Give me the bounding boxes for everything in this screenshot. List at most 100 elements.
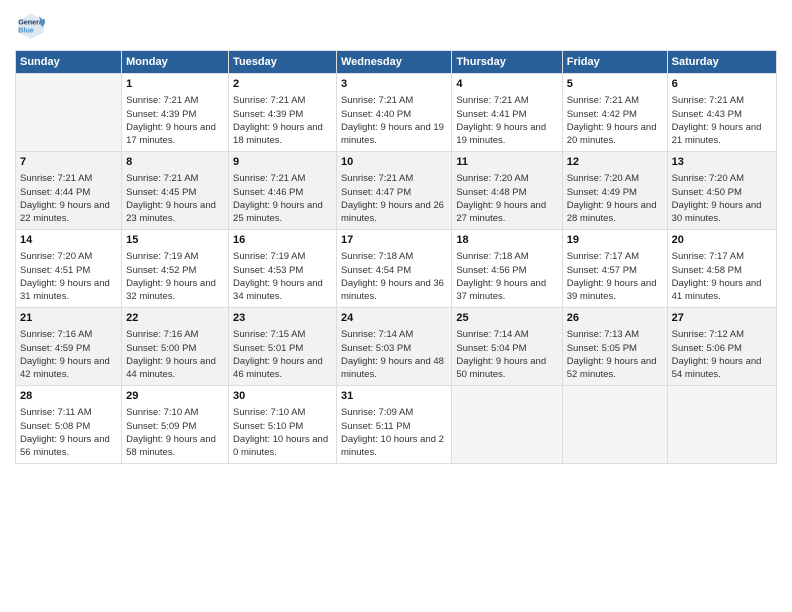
daylight-text: Daylight: 9 hours and 37 minutes. — [456, 277, 557, 304]
daylight-text: Daylight: 9 hours and 36 minutes. — [341, 277, 447, 304]
calendar-day: 2Sunrise: 7:21 AMSunset: 4:39 PMDaylight… — [229, 74, 337, 152]
sunrise-text: Sunrise: 7:12 AM — [672, 328, 772, 341]
calendar-header-sunday: Sunday — [16, 51, 122, 74]
calendar-header-wednesday: Wednesday — [336, 51, 451, 74]
sunset-text: Sunset: 4:46 PM — [233, 186, 332, 199]
sunrise-text: Sunrise: 7:17 AM — [567, 250, 663, 263]
sunset-text: Sunset: 5:10 PM — [233, 420, 332, 433]
sunrise-text: Sunrise: 7:09 AM — [341, 406, 447, 419]
calendar-day: 30Sunrise: 7:10 AMSunset: 5:10 PMDayligh… — [229, 386, 337, 464]
sunset-text: Sunset: 4:41 PM — [456, 108, 557, 121]
day-number: 28 — [20, 389, 117, 404]
sunset-text: Sunset: 5:11 PM — [341, 420, 447, 433]
sunset-text: Sunset: 4:39 PM — [126, 108, 224, 121]
calendar-week-2: 7Sunrise: 7:21 AMSunset: 4:44 PMDaylight… — [16, 152, 777, 230]
sunset-text: Sunset: 5:03 PM — [341, 342, 447, 355]
calendar-day: 20Sunrise: 7:17 AMSunset: 4:58 PMDayligh… — [667, 230, 776, 308]
sunrise-text: Sunrise: 7:21 AM — [126, 172, 224, 185]
sunrise-text: Sunrise: 7:19 AM — [233, 250, 332, 263]
daylight-text: Daylight: 9 hours and 39 minutes. — [567, 277, 663, 304]
calendar-day: 10Sunrise: 7:21 AMSunset: 4:47 PMDayligh… — [336, 152, 451, 230]
day-number: 30 — [233, 389, 332, 404]
sunset-text: Sunset: 5:00 PM — [126, 342, 224, 355]
sunrise-text: Sunrise: 7:20 AM — [456, 172, 557, 185]
day-number: 31 — [341, 389, 447, 404]
calendar-day: 18Sunrise: 7:18 AMSunset: 4:56 PMDayligh… — [452, 230, 562, 308]
calendar-day: 11Sunrise: 7:20 AMSunset: 4:48 PMDayligh… — [452, 152, 562, 230]
calendar-day — [667, 386, 776, 464]
sunset-text: Sunset: 4:45 PM — [126, 186, 224, 199]
day-number: 10 — [341, 155, 447, 170]
calendar-day: 15Sunrise: 7:19 AMSunset: 4:52 PMDayligh… — [122, 230, 229, 308]
calendar-day: 14Sunrise: 7:20 AMSunset: 4:51 PMDayligh… — [16, 230, 122, 308]
sunset-text: Sunset: 4:54 PM — [341, 264, 447, 277]
day-number: 26 — [567, 311, 663, 326]
sunrise-text: Sunrise: 7:11 AM — [20, 406, 117, 419]
sunset-text: Sunset: 4:57 PM — [567, 264, 663, 277]
daylight-text: Daylight: 9 hours and 44 minutes. — [126, 355, 224, 382]
day-number: 15 — [126, 233, 224, 248]
day-number: 19 — [567, 233, 663, 248]
sunrise-text: Sunrise: 7:21 AM — [341, 94, 447, 107]
calendar-day: 6Sunrise: 7:21 AMSunset: 4:43 PMDaylight… — [667, 74, 776, 152]
sunset-text: Sunset: 5:01 PM — [233, 342, 332, 355]
day-number: 24 — [341, 311, 447, 326]
sunset-text: Sunset: 4:42 PM — [567, 108, 663, 121]
daylight-text: Daylight: 9 hours and 54 minutes. — [672, 355, 772, 382]
daylight-text: Daylight: 9 hours and 22 minutes. — [20, 199, 117, 226]
calendar-header-row: SundayMondayTuesdayWednesdayThursdayFrid… — [16, 51, 777, 74]
daylight-text: Daylight: 9 hours and 20 minutes. — [567, 121, 663, 148]
daylight-text: Daylight: 9 hours and 41 minutes. — [672, 277, 772, 304]
daylight-text: Daylight: 9 hours and 28 minutes. — [567, 199, 663, 226]
daylight-text: Daylight: 10 hours and 0 minutes. — [233, 433, 332, 460]
sunset-text: Sunset: 4:53 PM — [233, 264, 332, 277]
daylight-text: Daylight: 9 hours and 58 minutes. — [126, 433, 224, 460]
calendar-day: 21Sunrise: 7:16 AMSunset: 4:59 PMDayligh… — [16, 308, 122, 386]
sunrise-text: Sunrise: 7:20 AM — [672, 172, 772, 185]
sunset-text: Sunset: 4:58 PM — [672, 264, 772, 277]
daylight-text: Daylight: 9 hours and 27 minutes. — [456, 199, 557, 226]
logo-icon: General Blue — [15, 10, 47, 42]
sunrise-text: Sunrise: 7:21 AM — [20, 172, 117, 185]
day-number: 25 — [456, 311, 557, 326]
calendar-day: 26Sunrise: 7:13 AMSunset: 5:05 PMDayligh… — [562, 308, 667, 386]
day-number: 27 — [672, 311, 772, 326]
sunset-text: Sunset: 4:50 PM — [672, 186, 772, 199]
calendar-day: 3Sunrise: 7:21 AMSunset: 4:40 PMDaylight… — [336, 74, 451, 152]
sunrise-text: Sunrise: 7:19 AM — [126, 250, 224, 263]
calendar-header-friday: Friday — [562, 51, 667, 74]
daylight-text: Daylight: 9 hours and 18 minutes. — [233, 121, 332, 148]
daylight-text: Daylight: 9 hours and 56 minutes. — [20, 433, 117, 460]
day-number: 23 — [233, 311, 332, 326]
day-number: 3 — [341, 77, 447, 92]
sunrise-text: Sunrise: 7:13 AM — [567, 328, 663, 341]
sunrise-text: Sunrise: 7:10 AM — [126, 406, 224, 419]
daylight-text: Daylight: 9 hours and 52 minutes. — [567, 355, 663, 382]
sunset-text: Sunset: 4:43 PM — [672, 108, 772, 121]
sunset-text: Sunset: 5:06 PM — [672, 342, 772, 355]
sunset-text: Sunset: 4:47 PM — [341, 186, 447, 199]
calendar-day: 23Sunrise: 7:15 AMSunset: 5:01 PMDayligh… — [229, 308, 337, 386]
daylight-text: Daylight: 10 hours and 2 minutes. — [341, 433, 447, 460]
calendar-table: SundayMondayTuesdayWednesdayThursdayFrid… — [15, 50, 777, 464]
sunrise-text: Sunrise: 7:16 AM — [126, 328, 224, 341]
sunrise-text: Sunrise: 7:20 AM — [567, 172, 663, 185]
sunrise-text: Sunrise: 7:16 AM — [20, 328, 117, 341]
calendar-week-5: 28Sunrise: 7:11 AMSunset: 5:08 PMDayligh… — [16, 386, 777, 464]
day-number: 9 — [233, 155, 332, 170]
calendar-day: 25Sunrise: 7:14 AMSunset: 5:04 PMDayligh… — [452, 308, 562, 386]
sunrise-text: Sunrise: 7:18 AM — [456, 250, 557, 263]
calendar-day: 31 Sunrise: 7:09 AMSunset: 5:11 PMDayligh… — [336, 386, 451, 464]
sunrise-text: Sunrise: 7:21 AM — [126, 94, 224, 107]
sunset-text: Sunset: 4:49 PM — [567, 186, 663, 199]
daylight-text: Daylight: 9 hours and 32 minutes. — [126, 277, 224, 304]
daylight-text: Daylight: 9 hours and 23 minutes. — [126, 199, 224, 226]
day-number: 18 — [456, 233, 557, 248]
daylight-text: Daylight: 9 hours and 21 minutes. — [672, 121, 772, 148]
calendar-header-saturday: Saturday — [667, 51, 776, 74]
sunrise-text: Sunrise: 7:15 AM — [233, 328, 332, 341]
day-number: 6 — [672, 77, 772, 92]
daylight-text: Daylight: 9 hours and 26 minutes. — [341, 199, 447, 226]
day-number: 1 — [126, 77, 224, 92]
svg-text:Blue: Blue — [18, 25, 34, 34]
